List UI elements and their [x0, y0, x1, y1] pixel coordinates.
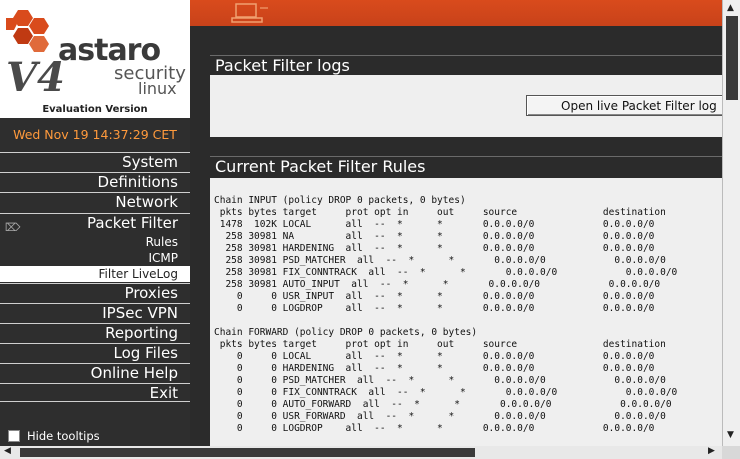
nav-label: Proxies — [124, 284, 178, 302]
vertical-scroll-thumb[interactable] — [726, 16, 738, 100]
scroll-right-icon[interactable]: ▶ — [708, 446, 715, 456]
computer-icon — [231, 3, 268, 23]
nav-label: Network — [115, 193, 178, 211]
logs-panel: Open live Packet Filter log — [210, 75, 722, 137]
scroll-up-icon[interactable]: ▲ — [727, 3, 734, 13]
datetime-display: Wed Nov 19 14:37:29 CET — [0, 118, 190, 152]
nav-label: System — [122, 153, 178, 171]
scroll-down-icon[interactable]: ▼ — [727, 430, 734, 440]
open-live-log-button[interactable]: Open live Packet Filter log — [526, 95, 722, 116]
logo: astaro V4 security linux Evaluation Vers… — [0, 0, 190, 118]
main-content: Packet Filter logs Open live Packet Filt… — [190, 26, 722, 446]
subnav-label: ICMP — [148, 251, 178, 265]
subnav-icmp[interactable]: ICMP — [0, 250, 190, 266]
nav-label: Exit — [149, 384, 178, 402]
nav-proxies[interactable]: Proxies — [0, 283, 190, 302]
vertical-scrollbar[interactable]: ▲ ▼ — [722, 0, 740, 446]
rules-panel-title: Current Packet Filter Rules — [210, 156, 722, 176]
nav-definitions[interactable]: Definitions — [0, 172, 190, 191]
rules-panel: Chain INPUT (policy DROP 0 packets, 0 by… — [210, 178, 722, 446]
horizontal-scroll-thumb[interactable] — [20, 448, 475, 457]
nav-ipsec-vpn[interactable]: IPSec VPN — [0, 303, 190, 322]
brand-version: V4 — [6, 54, 65, 101]
scrollbar-corner — [722, 446, 740, 459]
sidebar: astaro V4 security linux Evaluation Vers… — [0, 0, 190, 446]
nav-label: Definitions — [97, 173, 178, 191]
subnav-label: Rules — [145, 235, 178, 249]
nav-label: Packet Filter — [87, 214, 178, 232]
nav-label: Reporting — [105, 324, 178, 342]
nav-reporting[interactable]: Reporting — [0, 323, 190, 342]
subnav-rules[interactable]: Rules — [0, 234, 190, 250]
horizontal-scrollbar[interactable]: ◀ ▶ — [0, 446, 722, 459]
nav-label: IPSec VPN — [102, 304, 178, 322]
scroll-left-icon[interactable]: ◀ — [4, 446, 11, 456]
nav-exit[interactable]: Exit — [0, 383, 190, 402]
brand-product-line2: linux — [138, 79, 177, 98]
hide-tooltips-checkbox[interactable] — [8, 430, 20, 442]
logs-panel-title: Packet Filter logs — [210, 55, 722, 75]
subnav-filter-livelog[interactable]: Filter LiveLog — [0, 266, 190, 282]
nav-packet-filter[interactable]: ⌦ Packet Filter — [0, 213, 190, 234]
nav-log-files[interactable]: Log Files — [0, 343, 190, 362]
nav-label: Online Help — [90, 364, 178, 382]
rules-listing: Chain INPUT (policy DROP 0 packets, 0 by… — [214, 195, 678, 434]
hide-tooltips-label: Hide tooltips — [27, 429, 100, 443]
edition-label: Evaluation Version — [42, 104, 148, 115]
nav-network[interactable]: Network — [0, 192, 190, 211]
nav-system[interactable]: System — [0, 152, 190, 171]
subnav-label: Filter LiveLog — [98, 267, 178, 281]
nav-online-help[interactable]: Online Help — [0, 363, 190, 382]
nav-label: Log Files — [113, 344, 178, 362]
